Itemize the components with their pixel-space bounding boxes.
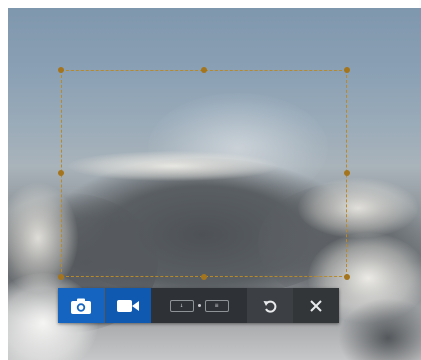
resize-handle-top[interactable] [201, 67, 207, 73]
video-camera-icon [116, 298, 140, 314]
record-video-button[interactable] [105, 288, 151, 323]
resolution-option-right[interactable]: ≡ [204, 299, 229, 312]
resize-handle-bottom-left[interactable] [58, 274, 64, 280]
resize-handle-top-left[interactable] [58, 67, 64, 73]
resize-handle-top-right[interactable] [344, 67, 350, 73]
sky-background-image: ↓ ≡ [8, 8, 421, 360]
undo-icon [262, 298, 278, 314]
resolution-toggle[interactable]: ↓ ≡ [151, 288, 247, 323]
screen-capture-window: ↓ ≡ [0, 0, 421, 360]
resolution-option-left[interactable]: ↓ [169, 299, 194, 312]
close-button[interactable] [293, 288, 339, 323]
screenshot-button[interactable] [58, 288, 104, 323]
capture-selection-region[interactable] [58, 67, 350, 280]
resize-handle-left[interactable] [58, 170, 64, 176]
resolution-separator-dot [197, 304, 201, 307]
capture-toolbar: ↓ ≡ [58, 288, 339, 323]
reset-button[interactable] [247, 288, 293, 323]
resize-handle-bottom-right[interactable] [344, 274, 350, 280]
camera-icon [70, 297, 92, 315]
resize-handle-right[interactable] [344, 170, 350, 176]
resize-handle-bottom[interactable] [201, 274, 207, 280]
close-icon [309, 299, 323, 313]
